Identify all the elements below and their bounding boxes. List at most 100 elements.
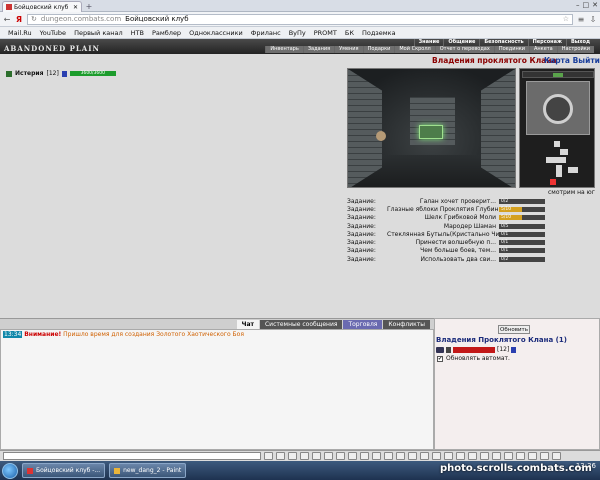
clan-badge-icon[interactable] xyxy=(6,70,12,77)
player-name[interactable]: Истерия xyxy=(15,70,43,77)
skull-icon[interactable] xyxy=(376,131,386,141)
submenu-gifts[interactable]: Подарки xyxy=(362,46,395,53)
chat-input[interactable] xyxy=(3,452,261,460)
submenu-profile[interactable]: Анкета xyxy=(528,46,557,53)
start-button[interactable] xyxy=(2,462,18,479)
close-tab-icon[interactable]: ✕ xyxy=(73,4,78,11)
bookmark-item[interactable]: Фриланс xyxy=(251,29,281,37)
refresh-button[interactable]: Обновить xyxy=(498,325,530,334)
action-icon[interactable] xyxy=(492,452,501,460)
map-cell xyxy=(568,167,578,173)
action-icon[interactable] xyxy=(324,452,333,460)
map-exit-link[interactable]: Карта Выйти xyxy=(544,56,600,65)
auto-refresh-checkbox[interactable]: ✔ xyxy=(437,355,443,362)
action-icon[interactable] xyxy=(444,452,453,460)
bookmark-item[interactable]: ВуПу xyxy=(289,29,306,37)
movement-controls[interactable] xyxy=(526,81,590,135)
bookmark-item[interactable]: НТВ xyxy=(131,29,144,37)
taskbar-item-paint[interactable]: new_dang_2 - Paint xyxy=(109,463,187,478)
minimize-button[interactable]: – xyxy=(576,0,580,10)
task-row[interactable]: Задание: Стеклянная Бутыль(Кристально Чи… xyxy=(347,230,557,238)
user-row[interactable]: [12] xyxy=(436,346,517,353)
action-icon[interactable] xyxy=(540,452,549,460)
action-icon[interactable] xyxy=(420,452,429,460)
close-window-button[interactable]: ✕ xyxy=(592,0,598,10)
submenu-my-scroll[interactable]: Мой Скролл xyxy=(394,46,434,53)
clear-icon[interactable] xyxy=(276,452,285,460)
auto-refresh-option[interactable]: ✔ Обновлять автомат. xyxy=(437,355,510,362)
action-icon[interactable] xyxy=(360,452,369,460)
bookmark-item[interactable]: Первый канал xyxy=(74,29,123,37)
task-row[interactable]: Задание: Галан хочет проверит... 0/2 xyxy=(347,197,557,205)
action-icon[interactable] xyxy=(456,452,465,460)
action-icon[interactable] xyxy=(384,452,393,460)
menu-security[interactable]: Безопасность xyxy=(479,39,527,46)
bookmark-item[interactable]: Одноклассники xyxy=(189,29,243,37)
bookmark-item[interactable]: БК xyxy=(345,29,354,37)
taskbar-item-browser[interactable]: Бойцовский клуб -... xyxy=(22,463,106,478)
bookmark-star-icon[interactable]: ☆ xyxy=(563,15,569,23)
action-icon[interactable] xyxy=(432,452,441,460)
action-icon[interactable] xyxy=(396,452,405,460)
send-icon[interactable] xyxy=(264,452,273,460)
submenu-transfers[interactable]: Отчет о переводах xyxy=(434,46,494,53)
menu-icon[interactable]: ≡ xyxy=(577,15,585,24)
action-icon[interactable] xyxy=(372,452,381,460)
minimap-panel xyxy=(519,68,595,188)
menu-communication[interactable]: Общение xyxy=(443,39,479,46)
browser-tab[interactable]: Бойцовский клуб ✕ xyxy=(2,1,82,12)
task-row[interactable]: Задание: Использовать два сви... 0/2 xyxy=(347,255,557,263)
action-icon[interactable] xyxy=(504,452,513,460)
action-icon[interactable] xyxy=(552,452,561,460)
tab-system-messages[interactable]: Системные сообщения xyxy=(259,320,343,329)
task-row[interactable]: Задание: Мародер Шаман 0/5 xyxy=(347,222,557,230)
bookmark-item[interactable]: PROMT xyxy=(314,29,337,37)
action-icon[interactable] xyxy=(336,452,345,460)
action-icon[interactable] xyxy=(468,452,477,460)
tab-conflicts[interactable]: Конфликты xyxy=(383,320,430,329)
back-arrow-icon[interactable]: ← xyxy=(3,15,11,24)
tab-trade[interactable]: Торговля xyxy=(343,320,383,329)
download-icon[interactable]: ⇩ xyxy=(589,15,597,24)
menu-knowledge[interactable]: Знание xyxy=(413,39,444,46)
new-tab-button[interactable]: + xyxy=(84,2,94,11)
submenu-fights[interactable]: Поединки xyxy=(493,46,529,53)
filter-icon[interactable] xyxy=(300,452,309,460)
submenu-skills[interactable]: Умения xyxy=(334,46,362,53)
task-row[interactable]: Задание: Принести волшебную п... 0/1 xyxy=(347,238,557,246)
message-time[interactable]: 13:34 xyxy=(3,331,23,338)
action-icon[interactable] xyxy=(528,452,537,460)
info-icon[interactable] xyxy=(511,346,517,353)
translit-icon[interactable] xyxy=(312,452,321,460)
private-message-icon[interactable] xyxy=(436,346,444,353)
url-field[interactable]: ↻ dungeon.combats.com Бойцовский клуб ☆ xyxy=(27,13,573,25)
submenu-quests[interactable]: Задания xyxy=(302,46,334,53)
submenu-settings[interactable]: Настройки xyxy=(556,46,594,53)
bookmark-item[interactable]: Mail.Ru xyxy=(8,29,32,37)
tab-chat[interactable]: Чат xyxy=(236,320,259,329)
task-row[interactable]: Задание: Глазные яблоки Проклятия Глубин… xyxy=(347,205,557,213)
bookmark-item[interactable]: YouTube xyxy=(40,29,66,37)
turn-ring-icon[interactable] xyxy=(543,94,573,124)
dungeon-3d-view[interactable] xyxy=(347,68,516,188)
smiley-icon[interactable] xyxy=(288,452,297,460)
action-icon[interactable] xyxy=(516,452,525,460)
menu-character[interactable]: Персонаж xyxy=(527,39,566,46)
menu-exit[interactable]: Выход xyxy=(565,39,594,46)
reload-icon[interactable]: ↻ xyxy=(31,15,37,23)
action-icon[interactable] xyxy=(408,452,417,460)
action-icon[interactable] xyxy=(348,452,357,460)
info-icon[interactable] xyxy=(61,70,67,77)
bookmark-item[interactable]: Подземка xyxy=(362,29,396,37)
chat-log[interactable] xyxy=(0,329,434,450)
maximize-button[interactable]: □ xyxy=(583,0,590,10)
task-row[interactable]: Задание: Шелк Грибковой Моли 5/10 xyxy=(347,214,557,222)
user-name-hidden[interactable] xyxy=(453,346,495,353)
treasure-chest-icon[interactable] xyxy=(419,125,443,139)
task-row[interactable]: Задание: Чем больше боев, тем... 0/1 xyxy=(347,247,557,255)
action-icon[interactable] xyxy=(480,452,489,460)
yandex-logo-icon[interactable]: Я xyxy=(15,15,23,24)
user-level: [12] xyxy=(497,346,510,353)
submenu-inventory[interactable]: Инвентарь xyxy=(265,46,302,53)
bookmark-item[interactable]: Рамблер xyxy=(152,29,181,37)
